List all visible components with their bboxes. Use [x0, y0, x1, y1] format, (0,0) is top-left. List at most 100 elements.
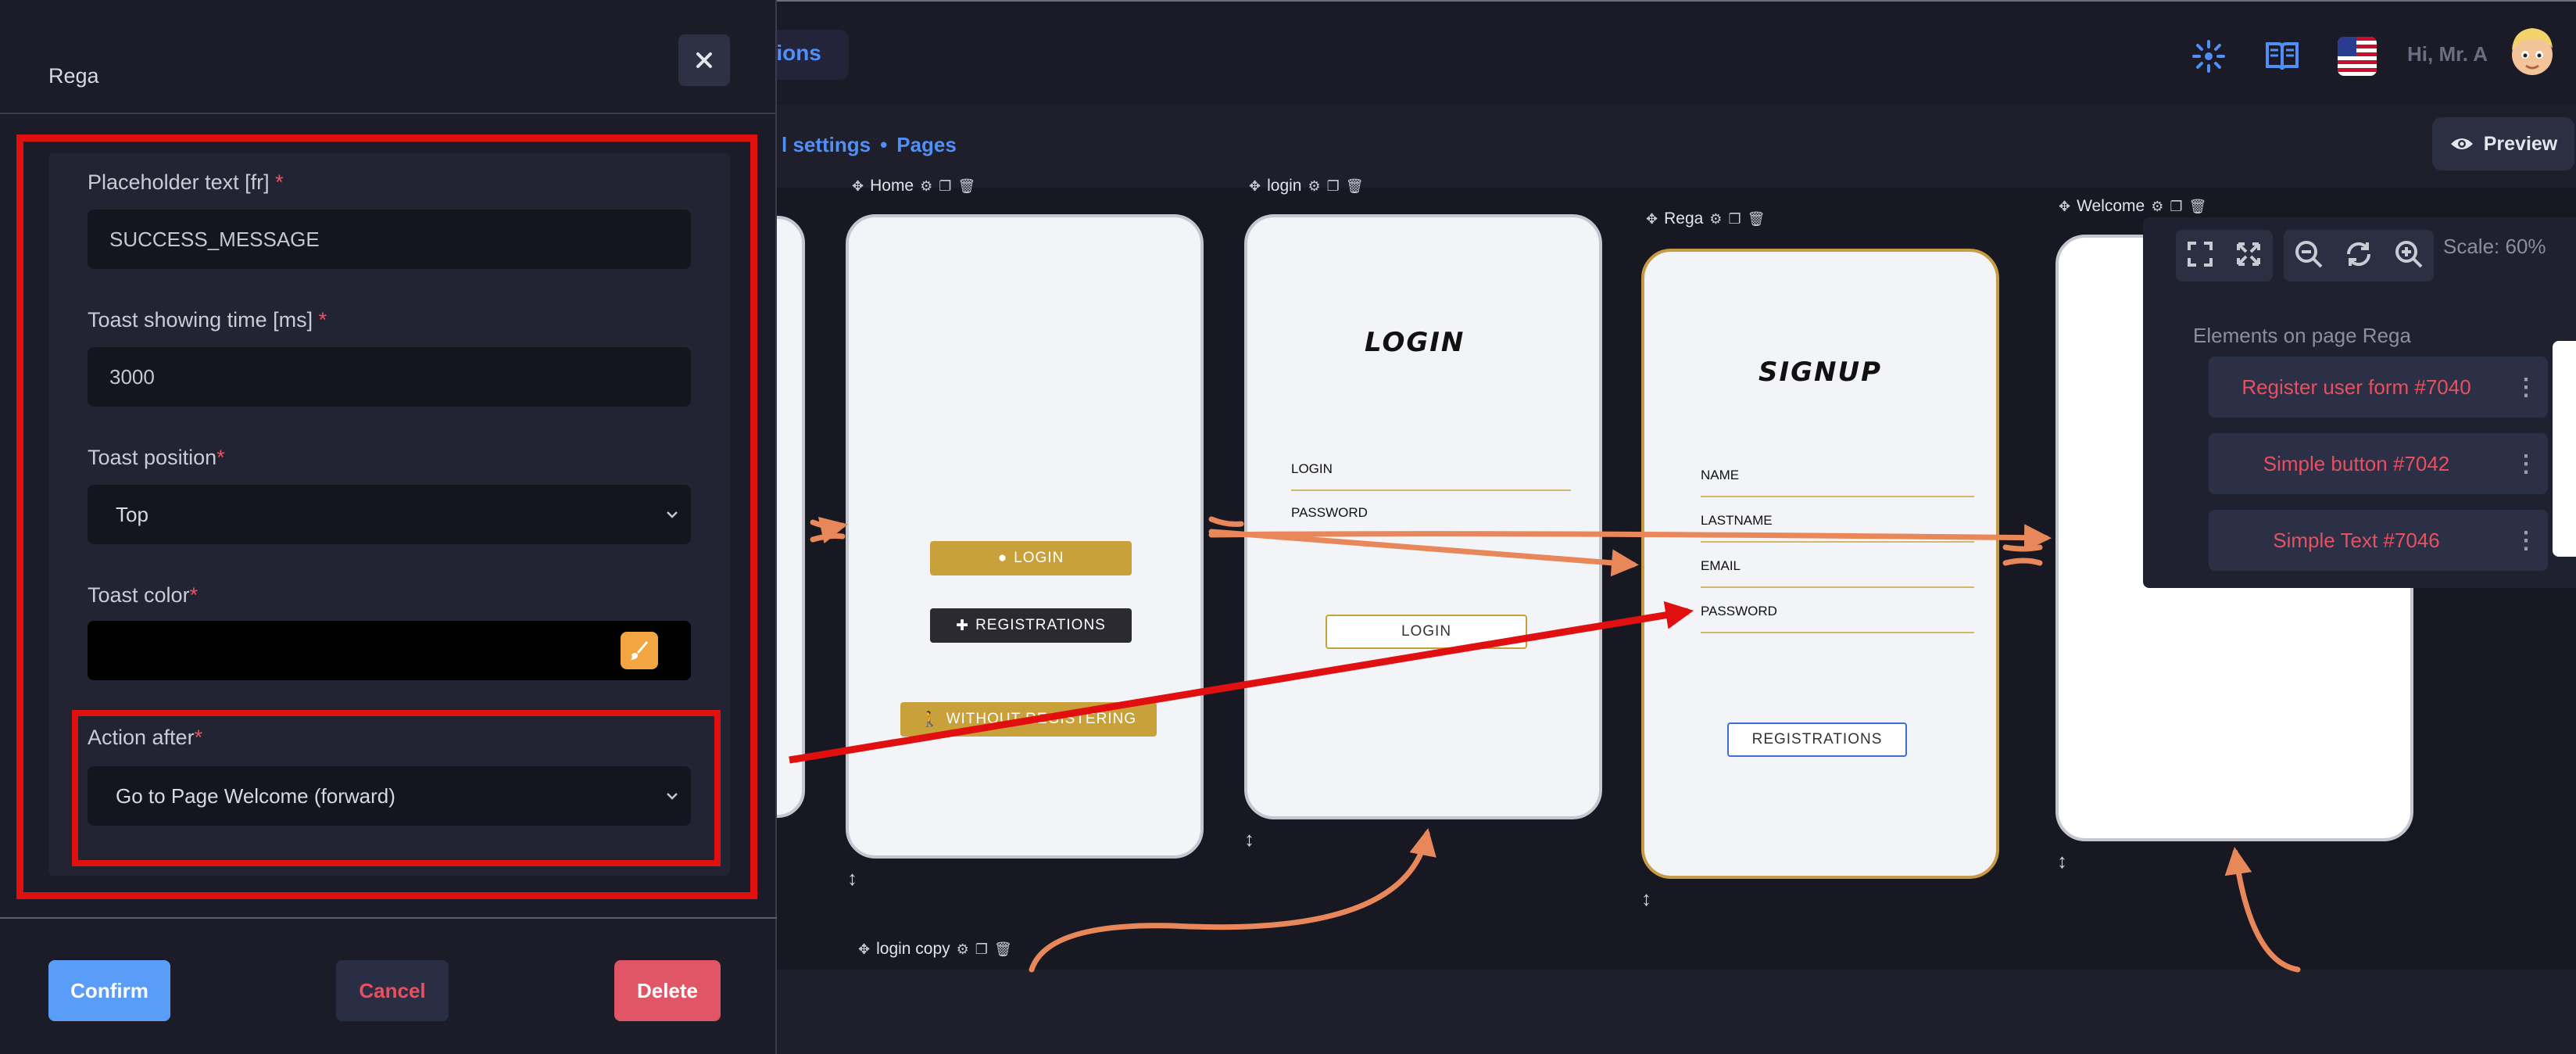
user-plus-icon: ✚ [956, 617, 970, 634]
copy-icon[interactable]: ❐ [975, 941, 988, 958]
page-label-rega[interactable]: ✥ Rega ⚙ ❐ 🗑 [1646, 210, 1765, 228]
modal-divider [0, 917, 777, 919]
move-icon[interactable]: ✥ [858, 941, 870, 958]
color-picker-button[interactable] [621, 632, 658, 669]
user-greeting[interactable]: Hi, Mr. A [2407, 42, 2488, 66]
resize-handle-icon[interactable]: ↕ [847, 866, 857, 891]
page-label-login-copy[interactable]: ✥ login copy ⚙ ❐ 🗑 [858, 940, 1012, 959]
field-underline [1291, 489, 1571, 491]
page-label-login[interactable]: ✥ login ⚙ ❐ 🗑 [1249, 177, 1364, 195]
element-item[interactable]: Register user form #7040 ⋮ [2209, 357, 2548, 418]
page-card-login[interactable]: LOGIN LOGIN PASSWORD LOGIN [1244, 214, 1602, 819]
walk-icon: 🚶 [920, 712, 940, 728]
elements-title: Elements on page Rega [2193, 324, 2411, 347]
trash-icon[interactable]: 🗑 [1748, 211, 1766, 228]
trash-icon[interactable]: 🗑 [957, 178, 975, 195]
more-vertical-icon[interactable]: ⋮ [2504, 527, 2548, 554]
book-icon[interactable] [2262, 36, 2302, 77]
action-after-select[interactable]: Go to Page Welcome (forward) [88, 766, 691, 826]
login-submit-button[interactable]: LOGIN [1326, 615, 1527, 649]
rega-field-email[interactable]: EMAIL [1701, 558, 1741, 574]
rega-registrations-button[interactable]: REGISTRATIONS [1727, 722, 1907, 757]
spinner-icon[interactable] [2188, 36, 2229, 77]
copy-icon[interactable]: ❐ [1327, 178, 1340, 195]
element-item[interactable]: Simple Text #7046 ⋮ [2209, 510, 2548, 571]
delete-button[interactable]: Delete [614, 960, 721, 1021]
resize-handle-icon[interactable]: ↕ [2057, 849, 2067, 873]
toast-color-label: Toast color* [88, 583, 199, 607]
gear-icon[interactable]: ⚙ [1308, 178, 1320, 195]
toast-time-label: Toast showing time [ms] * [88, 308, 327, 332]
more-vertical-icon[interactable]: ⋮ [2504, 450, 2548, 478]
gear-icon[interactable]: ⚙ [957, 941, 969, 958]
move-icon[interactable]: ✥ [852, 178, 864, 195]
resize-handle-icon[interactable]: ↕ [1641, 887, 1651, 911]
reset-zoom-icon[interactable] [2344, 239, 2374, 273]
preview-button[interactable]: Preview [2432, 117, 2574, 170]
toast-color-field[interactable] [88, 621, 691, 680]
resize-handle-icon[interactable]: ↕ [1244, 827, 1254, 851]
chevron-down-icon [667, 511, 678, 518]
zoom-in-icon[interactable] [2394, 239, 2424, 273]
signup-title: SIGNUP [1758, 357, 1883, 388]
rega-field-name[interactable]: NAME [1701, 468, 1739, 483]
paint-brush-icon [631, 641, 648, 660]
cancel-button[interactable]: Cancel [336, 960, 449, 1021]
nav-tab-label[interactable]: tions [769, 41, 821, 66]
gear-icon[interactable]: ⚙ [1709, 211, 1722, 228]
edit-modal: Rega Placeholder text [fr] * SUCCESS_MES… [0, 0, 777, 1054]
home-without-registering-button[interactable]: 🚶 WITHOUT REGISTERING [900, 702, 1157, 737]
gear-icon[interactable]: ⚙ [2151, 199, 2163, 215]
element-item[interactable]: Simple button #7042 ⋮ [2209, 433, 2548, 494]
zoom-out-icon[interactable] [2294, 239, 2324, 273]
field-underline [1701, 632, 1974, 633]
toast-position-label: Toast position* [88, 446, 225, 469]
trash-icon[interactable]: 🗑 [2189, 199, 2207, 215]
confirm-button[interactable]: Confirm [48, 960, 170, 1021]
toast-time-input[interactable]: 3000 [88, 347, 691, 407]
fullscreen-icon[interactable] [2187, 241, 2213, 271]
home-registrations-button[interactable]: ✚ REGISTRATIONS [930, 608, 1132, 643]
home-login-button[interactable]: ● LOGIN [930, 541, 1132, 575]
login-field-login[interactable]: LOGIN [1291, 461, 1333, 477]
move-icon[interactable]: ✥ [2059, 199, 2070, 215]
move-icon[interactable]: ✥ [1646, 211, 1658, 228]
fit-screen-icon[interactable] [2235, 241, 2262, 271]
modal-header: Rega [0, 0, 777, 114]
breadcrumb-pages[interactable]: Pages [896, 133, 957, 156]
page-label-welcome[interactable]: ✥ Welcome ⚙ ❐ 🗑 [2059, 197, 2206, 216]
page-card-home[interactable]: ● LOGIN ✚ REGISTRATIONS 🚶 WITHOUT REGISTERI… [846, 214, 1204, 859]
preview-label: Preview [2483, 132, 2558, 155]
trash-icon[interactable]: 🗑 [1346, 178, 1364, 195]
breadcrumb: l settings • Pages [782, 133, 957, 157]
more-vertical-icon[interactable]: ⋮ [2504, 374, 2548, 401]
field-underline [1701, 496, 1974, 497]
copy-icon[interactable]: ❐ [2170, 199, 2182, 215]
field-underline [1291, 533, 1571, 535]
eye-icon [2450, 138, 2473, 149]
rega-field-password[interactable]: PASSWORD [1701, 604, 1777, 619]
zoom-scale: Scale: 60% [2443, 235, 2546, 258]
login-field-password[interactable]: PASSWORD [1291, 505, 1368, 521]
page-card-rega[interactable]: SIGNUP NAME LASTNAME EMAIL PASSWORD REGI… [1641, 249, 1999, 879]
trash-icon[interactable]: 🗑 [994, 941, 1012, 958]
field-underline [1701, 586, 1974, 588]
page-label-home[interactable]: ✥ Home ⚙ ❐ 🗑 [852, 177, 975, 195]
copy-icon[interactable]: ❐ [1728, 211, 1741, 228]
panel-edge-tab[interactable] [2553, 341, 2576, 557]
avatar[interactable] [2501, 19, 2563, 81]
breadcrumb-settings[interactable]: l settings [782, 133, 871, 156]
close-icon [696, 52, 712, 68]
close-button[interactable] [678, 34, 730, 86]
placeholder-text-input[interactable]: SUCCESS_MESSAGE [88, 210, 691, 269]
us-flag-icon[interactable] [2337, 36, 2377, 77]
modal-title: Rega [48, 64, 99, 88]
view-controls [2176, 230, 2273, 281]
login-title: LOGIN [1365, 327, 1465, 358]
rega-field-lastname[interactable]: LASTNAME [1701, 513, 1773, 529]
user-circle-icon: ● [997, 550, 1008, 566]
toast-position-select[interactable]: Top [88, 485, 691, 544]
gear-icon[interactable]: ⚙ [920, 178, 932, 195]
copy-icon[interactable]: ❐ [939, 178, 951, 195]
move-icon[interactable]: ✥ [1249, 178, 1261, 195]
